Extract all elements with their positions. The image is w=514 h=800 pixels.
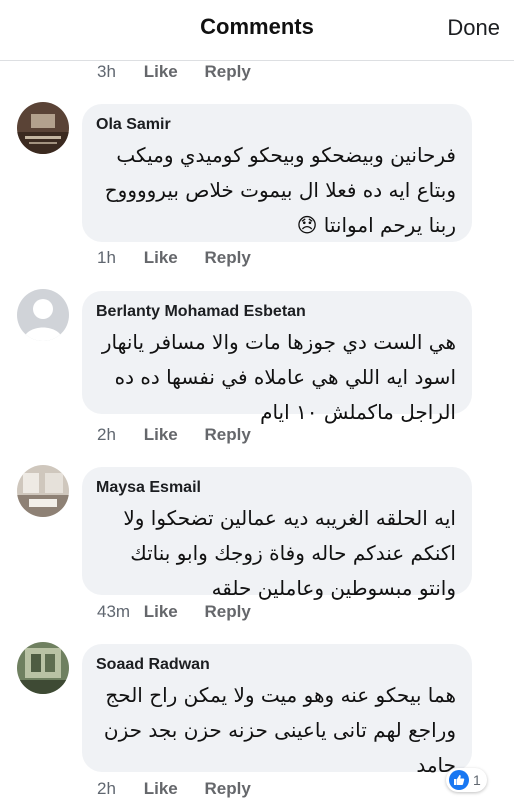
profile-photo-icon (17, 465, 69, 517)
comment-author[interactable]: Maysa Esmail (96, 479, 456, 497)
comment-text: هما بيحكو عنه وهو ميت ولا يمكن راح الحج … (103, 683, 456, 777)
avatar[interactable] (17, 465, 69, 517)
avatar[interactable] (17, 642, 69, 694)
avatar[interactable] (17, 289, 69, 341)
comment-bubble: Ola Samir فرحانين وبيضحكو وبيحكو كوميدي … (82, 104, 472, 242)
comment-author[interactable]: Soaad Radwan (96, 656, 456, 674)
comment-time: 3h (97, 62, 116, 81)
profile-photo-icon (17, 642, 69, 694)
page-title: Comments (200, 14, 314, 39)
like-button[interactable]: Like (144, 248, 178, 268)
comments-header: Comments Done (0, 0, 514, 61)
reply-button[interactable]: Reply (205, 248, 251, 268)
avatar[interactable] (17, 102, 69, 154)
comment-author[interactable]: Berlanty Mohamad Esbetan (96, 303, 456, 321)
like-button[interactable]: Like (144, 62, 178, 82)
comment-meta: 2h Like Reply (97, 779, 251, 799)
reply-button[interactable]: Reply (205, 62, 251, 82)
profile-photo-icon (17, 102, 69, 154)
comment-text: ايه الحلقه الغريبه ديه عمالين تضحكوا ولا… (123, 506, 456, 600)
comment-meta: 3h Like Reply (97, 62, 251, 82)
comment-meta: 43m Like Reply (97, 602, 251, 622)
like-button[interactable]: Like (144, 602, 178, 622)
reaction-badge[interactable]: 1 (446, 768, 487, 792)
like-button[interactable]: Like (144, 779, 178, 799)
reply-button[interactable]: Reply (205, 602, 251, 622)
comment-time: 2h (97, 779, 116, 798)
comment-bubble: Maysa Esmail ايه الحلقه الغريبه ديه عمال… (82, 467, 472, 600)
comment-meta: 1h Like Reply (97, 248, 251, 268)
comment-time: 43m (97, 602, 131, 621)
comment-time: 2h (97, 425, 116, 444)
comment-bubble: Soaad Radwan هما بيحكو عنه وهو ميت ولا ي… (82, 644, 472, 777)
comment-text: فرحانين وبيضحكو وبيحكو كوميدي وميكب وبتا… (104, 143, 456, 237)
like-button[interactable]: Like (144, 425, 178, 445)
reply-button[interactable]: Reply (205, 779, 251, 799)
comment-author[interactable]: Ola Samir (96, 116, 456, 134)
comment-text: هي الست دي جوزها مات والا مسافر يانهار ا… (101, 330, 456, 424)
default-profile-icon (17, 289, 69, 341)
reaction-count: 1 (473, 772, 481, 788)
comment-meta: 2h Like Reply (97, 425, 251, 445)
thumbs-up-icon (449, 770, 469, 790)
done-button[interactable]: Done (447, 15, 500, 41)
comment-time: 1h (97, 248, 116, 267)
reply-button[interactable]: Reply (205, 425, 251, 445)
comment-bubble: Berlanty Mohamad Esbetan هي الست دي جوزه… (82, 291, 472, 424)
